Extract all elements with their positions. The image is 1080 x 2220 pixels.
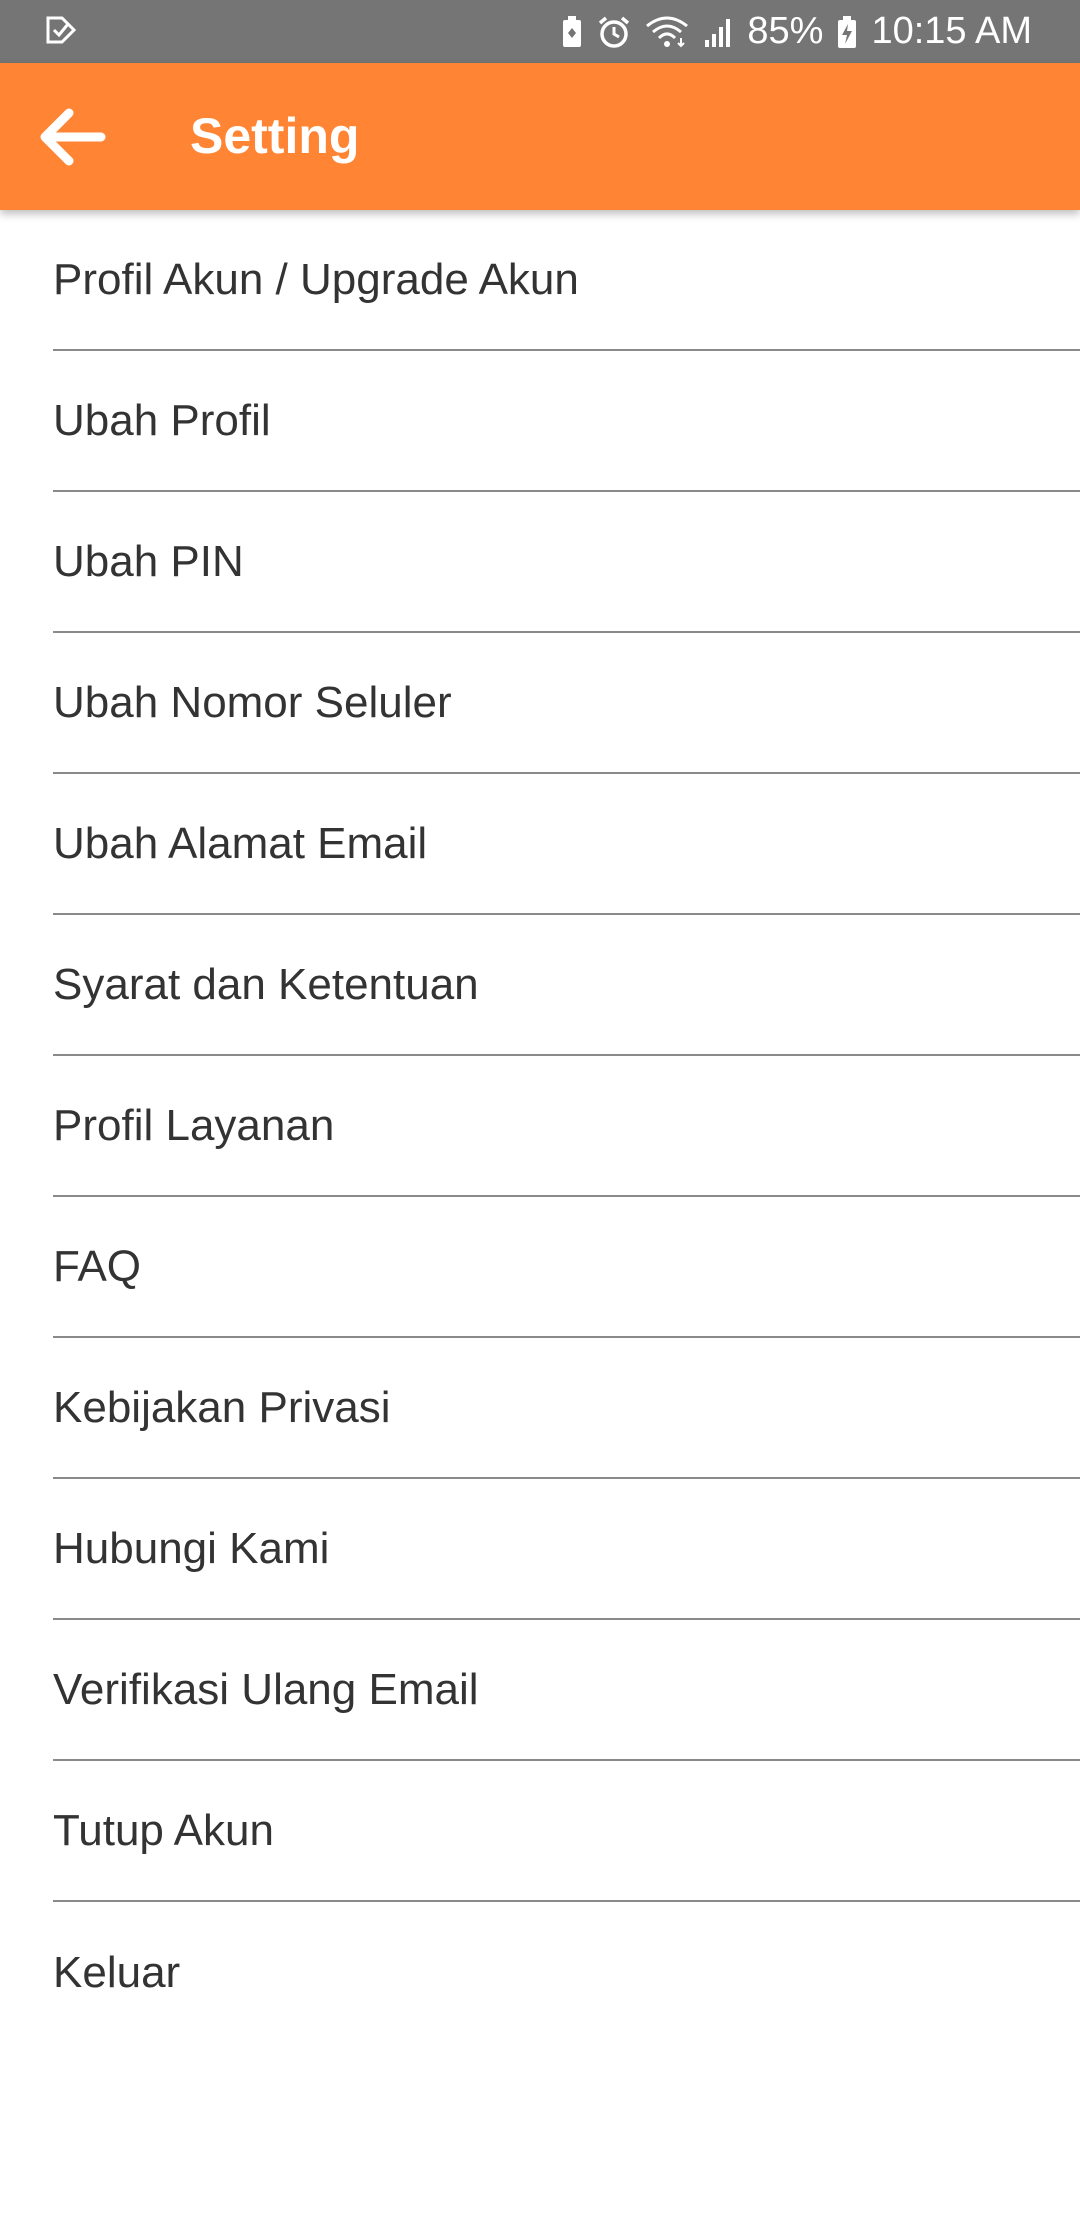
menu-item-label: Ubah PIN bbox=[53, 536, 244, 586]
menu-item-label: Verifikasi Ulang Email bbox=[53, 1664, 479, 1714]
menu-item-label: Ubah Alamat Email bbox=[53, 818, 428, 868]
menu-item-label: Kebijakan Privasi bbox=[53, 1382, 391, 1432]
app-bar: Setting bbox=[0, 63, 1080, 210]
battery-charging-icon bbox=[837, 15, 857, 49]
menu-item-profil-layanan[interactable]: Profil Layanan bbox=[53, 1056, 1080, 1197]
menu-item-label: FAQ bbox=[53, 1241, 142, 1291]
page-title: Setting bbox=[190, 108, 360, 164]
menu-item-label: Ubah Profil bbox=[53, 395, 271, 445]
menu-item-hubungi-kami[interactable]: Hubungi Kami bbox=[53, 1479, 1080, 1620]
menu-item-label: Keluar bbox=[53, 1947, 181, 1997]
menu-item-ubah-alamat-email[interactable]: Ubah Alamat Email bbox=[53, 774, 1080, 915]
notification-check-icon bbox=[44, 12, 84, 52]
menu-item-syarat-dan-ketentuan[interactable]: Syarat dan Ketentuan bbox=[53, 915, 1080, 1056]
back-button[interactable] bbox=[32, 99, 112, 179]
battery-saver-icon bbox=[561, 15, 583, 49]
menu-item-verifikasi-ulang-email[interactable]: Verifikasi Ulang Email bbox=[53, 1620, 1080, 1761]
battery-percent: 85% bbox=[747, 10, 824, 52]
menu-item-profil-akun[interactable]: Profil Akun / Upgrade Akun bbox=[53, 210, 1080, 351]
menu-item-ubah-nomor-seluler[interactable]: Ubah Nomor Seluler bbox=[53, 633, 1080, 774]
menu-item-ubah-pin[interactable]: Ubah PIN bbox=[53, 492, 1080, 633]
menu-item-ubah-profil[interactable]: Ubah Profil bbox=[53, 351, 1080, 492]
menu-item-label: Syarat dan Ketentuan bbox=[53, 959, 479, 1009]
alarm-icon bbox=[597, 15, 631, 49]
settings-menu: Profil Akun / Upgrade Akun Ubah Profil U… bbox=[0, 210, 1080, 2043]
menu-item-label: Profil Akun / Upgrade Akun bbox=[53, 254, 579, 304]
status-icons: 85% 10:15 AM bbox=[561, 0, 1032, 63]
status-time: 10:15 AM bbox=[871, 10, 1032, 52]
menu-item-kebijakan-privasi[interactable]: Kebijakan Privasi bbox=[53, 1338, 1080, 1479]
menu-item-label: Hubungi Kami bbox=[53, 1523, 330, 1573]
arrow-left-icon bbox=[37, 107, 107, 172]
menu-item-tutup-akun[interactable]: Tutup Akun bbox=[53, 1761, 1080, 1902]
menu-item-label: Profil Layanan bbox=[53, 1100, 335, 1150]
wifi-icon bbox=[645, 16, 689, 48]
status-bar: 85% 10:15 AM bbox=[0, 0, 1080, 63]
menu-item-label: Ubah Nomor Seluler bbox=[53, 677, 452, 727]
menu-item-label: Tutup Akun bbox=[53, 1805, 274, 1855]
menu-item-faq[interactable]: FAQ bbox=[53, 1197, 1080, 1338]
signal-icon bbox=[703, 16, 733, 48]
menu-item-keluar[interactable]: Keluar bbox=[53, 1902, 1080, 2043]
